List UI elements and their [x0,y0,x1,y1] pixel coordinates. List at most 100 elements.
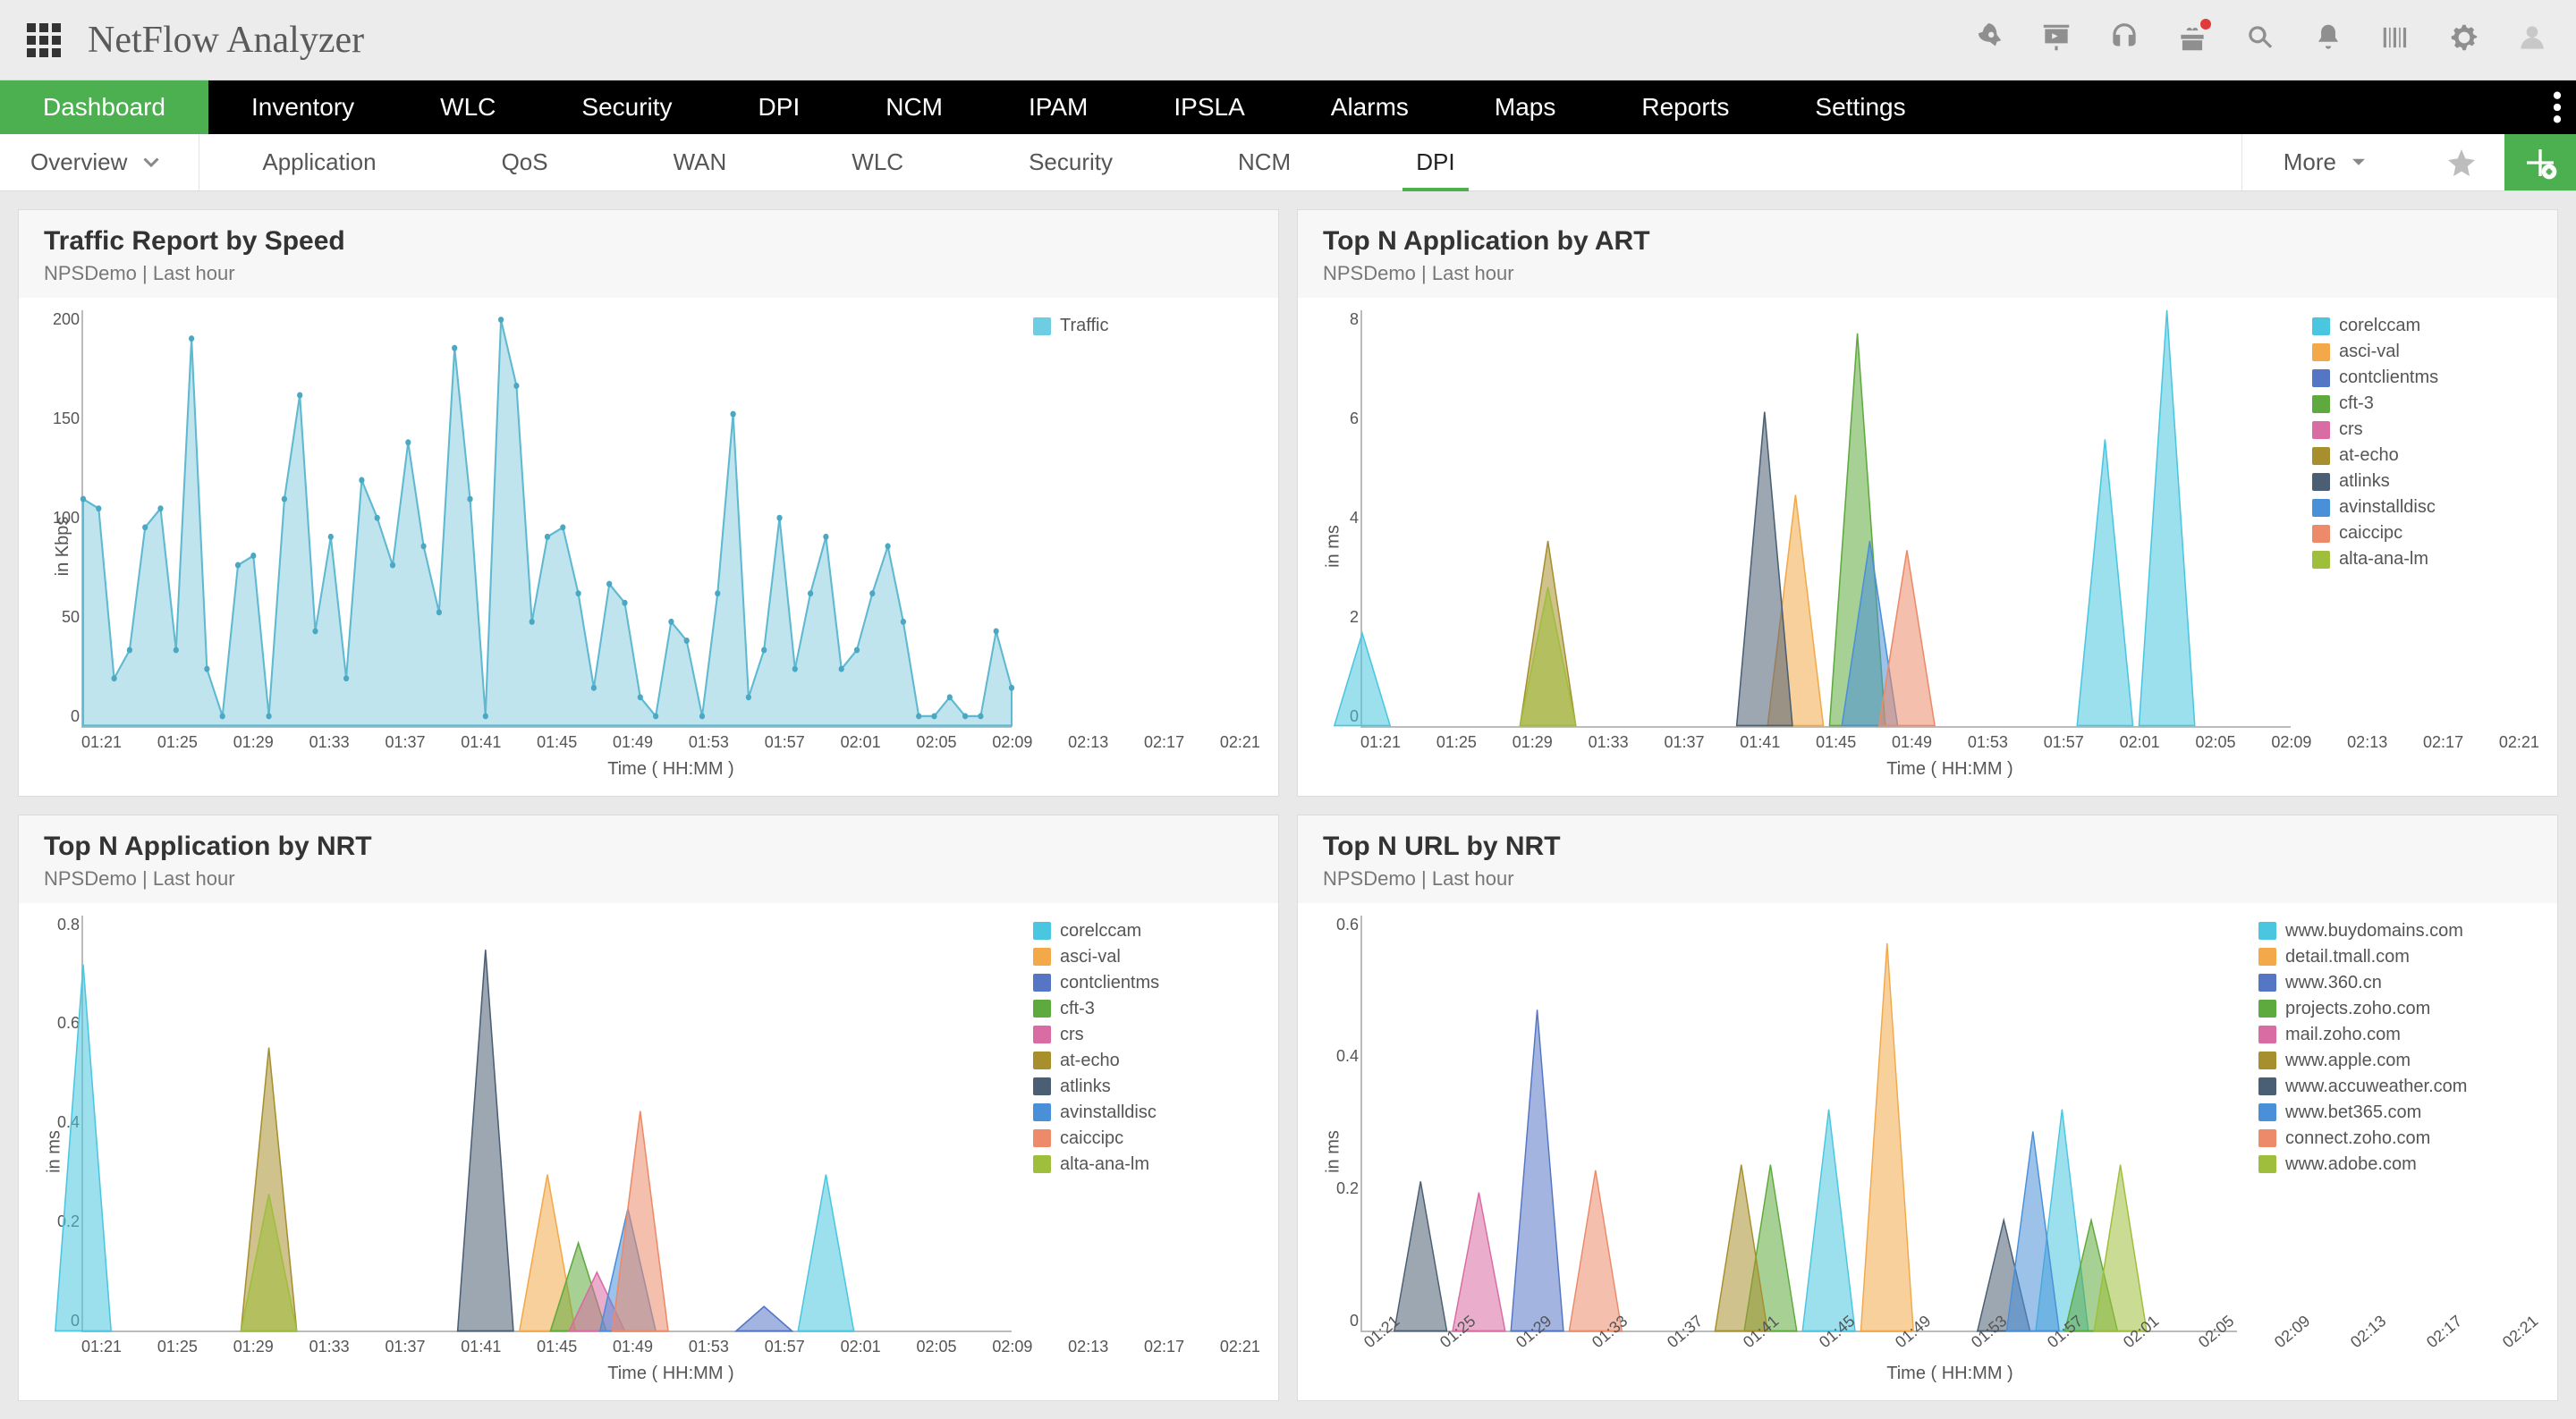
kebab-menu-icon[interactable] [2553,80,2562,134]
dashboard-grid: Traffic Report by Speed NPSDemo | Last ho… [0,191,2576,1419]
nav-dpi[interactable]: DPI [716,80,843,134]
panel-subtitle: NPSDemo | Last hour [44,262,1253,285]
nav-ipsla[interactable]: IPSLA [1131,80,1287,134]
legend-item[interactable]: contclientms [2312,367,2539,388]
panel-traffic: Traffic Report by Speed NPSDemo | Last ho… [18,209,1279,797]
user-icon[interactable] [2515,21,2549,59]
legend-item[interactable]: www.bet365.com [2258,1102,2539,1123]
sub-nav: Overview ApplicationQoSWANWLCSecurityNCM… [0,134,2576,191]
legend-item[interactable]: Traffic [1033,316,1260,336]
panel-url: Top N URL by NRTNPSDemo | Last hour in m… [1297,815,2558,1402]
barcode-icon[interactable] [2379,21,2413,59]
app-title: NetFlow Analyzer [88,19,364,62]
sub-tabs: ApplicationQoSWANWLCSecurityNCMDPI [199,134,2241,190]
panel-subtitle: NPSDemo | Last hour [1323,867,2532,891]
legend: corelccam asci-val contclientms cft-3 crs at-… [2307,310,2539,728]
legend-item[interactable]: contclientms [1033,973,1260,993]
more-dropdown[interactable]: More [2241,134,2419,190]
more-label: More [2284,148,2336,176]
legend-item[interactable]: connect.zoho.com [2258,1128,2539,1149]
x-ticks: 01:2101:2501:2901:3301:3701:4101:4501:49… [1360,1332,2539,1356]
rocket-icon[interactable] [1971,21,2005,59]
chart-art[interactable]: 86420 [1360,310,2291,728]
legend-item[interactable]: asci-val [1033,947,1260,967]
nav-ipam[interactable]: IPAM [986,80,1131,134]
nav-dashboard[interactable]: Dashboard [0,80,208,134]
gear-icon[interactable] [2447,21,2481,59]
legend-item[interactable]: cft-3 [1033,999,1260,1019]
legend-item[interactable]: alta-ana-lm [1033,1154,1260,1175]
nav-settings[interactable]: Settings [1772,80,1948,134]
nav-security[interactable]: Security [538,80,715,134]
add-widget-button[interactable] [2504,134,2576,190]
legend-item[interactable]: www.360.cn [2258,973,2539,993]
nav-inventory[interactable]: Inventory [208,80,397,134]
subtab-application[interactable]: Application [199,134,438,190]
legend-item[interactable]: www.apple.com [2258,1051,2539,1071]
panel-title: Top N URL by NRT [1323,832,2532,862]
legend-item[interactable]: atlinks [2312,471,2539,492]
legend-item[interactable]: projects.zoho.com [2258,999,2539,1019]
x-axis-label: Time ( HH:MM ) [1360,759,2539,780]
x-ticks: 01:2101:2501:2901:3301:3701:4101:4501:49… [1360,728,2539,752]
panel-subtitle: NPSDemo | Last hour [1323,262,2532,285]
overview-label: Overview [30,148,127,176]
favorite-button[interactable] [2419,134,2504,190]
legend-item[interactable]: www.buydomains.com [2258,921,2539,942]
subtab-ncm[interactable]: NCM [1175,134,1353,190]
nav-wlc[interactable]: WLC [397,80,538,134]
legend-item[interactable]: crs [2312,419,2539,440]
legend-item[interactable]: www.accuweather.com [2258,1077,2539,1097]
apps-grid-icon[interactable] [27,23,61,57]
legend-item[interactable]: caiccipc [2312,523,2539,544]
x-ticks: 01:2101:2501:2901:3301:3701:4101:4501:49… [81,728,1260,752]
legend-item[interactable]: alta-ana-lm [2312,549,2539,570]
nav-reports[interactable]: Reports [1598,80,1772,134]
subtab-wlc[interactable]: WLC [789,134,966,190]
legend-item[interactable]: www.adobe.com [2258,1154,2539,1175]
legend: Traffic [1028,310,1260,728]
plus-icon [2522,145,2558,181]
legend-item[interactable]: atlinks [1033,1077,1260,1097]
gift-icon[interactable] [2175,21,2209,59]
x-axis-label: Time ( HH:MM ) [81,1364,1260,1384]
panel-title: Top N Application by ART [1323,226,2532,257]
nav-alarms[interactable]: Alarms [1288,80,1452,134]
presentation-icon[interactable] [2039,21,2073,59]
nav-ncm[interactable]: NCM [843,80,986,134]
legend-item[interactable]: at-echo [2312,445,2539,466]
subtab-dpi[interactable]: DPI [1353,134,1517,190]
subtab-security[interactable]: Security [966,134,1175,190]
legend-item[interactable]: avinstalldisc [1033,1102,1260,1123]
legend-item[interactable]: avinstalldisc [2312,497,2539,518]
overview-dropdown[interactable]: Overview [0,134,199,190]
legend-item[interactable]: cft-3 [2312,393,2539,414]
chart-traffic[interactable]: 200150100500 [81,310,1012,728]
legend-item[interactable]: crs [1033,1025,1260,1045]
search-icon[interactable] [2243,21,2277,59]
legend-item[interactable]: mail.zoho.com [2258,1025,2539,1045]
legend: www.buydomains.com detail.tmall.com www.36… [2253,916,2539,1333]
x-ticks: 01:2101:2501:2901:3301:3701:4101:4501:49… [81,1332,1260,1356]
legend-item[interactable]: corelccam [1033,921,1260,942]
legend-item[interactable]: at-echo [1033,1051,1260,1071]
chart-url[interactable]: 0.60.40.20 [1360,916,2237,1333]
bell-icon[interactable] [2311,21,2345,59]
chart-nrt[interactable]: 0.80.60.40.20 [81,916,1012,1333]
nav-maps[interactable]: Maps [1452,80,1598,134]
panel-art: Top N Application by ART NPSDemo | Last h… [1297,209,2558,797]
subtab-qos[interactable]: QoS [439,134,611,190]
x-axis-label: Time ( HH:MM ) [1360,1364,2539,1384]
legend-item[interactable]: detail.tmall.com [2258,947,2539,967]
headset-icon[interactable] [2107,21,2141,59]
panel-title: Top N Application by NRT [44,832,1253,862]
star-icon [2445,147,2478,179]
x-axis-label: Time ( HH:MM ) [81,759,1260,780]
main-nav: DashboardInventoryWLCSecurityDPINCMIPAMI… [0,80,2576,134]
legend-item[interactable]: asci-val [2312,342,2539,362]
legend-item[interactable]: caiccipc [1033,1128,1260,1149]
panel-subtitle: NPSDemo | Last hour [44,867,1253,891]
panel-title: Traffic Report by Speed [44,226,1253,257]
legend-item[interactable]: corelccam [2312,316,2539,336]
subtab-wan[interactable]: WAN [611,134,790,190]
